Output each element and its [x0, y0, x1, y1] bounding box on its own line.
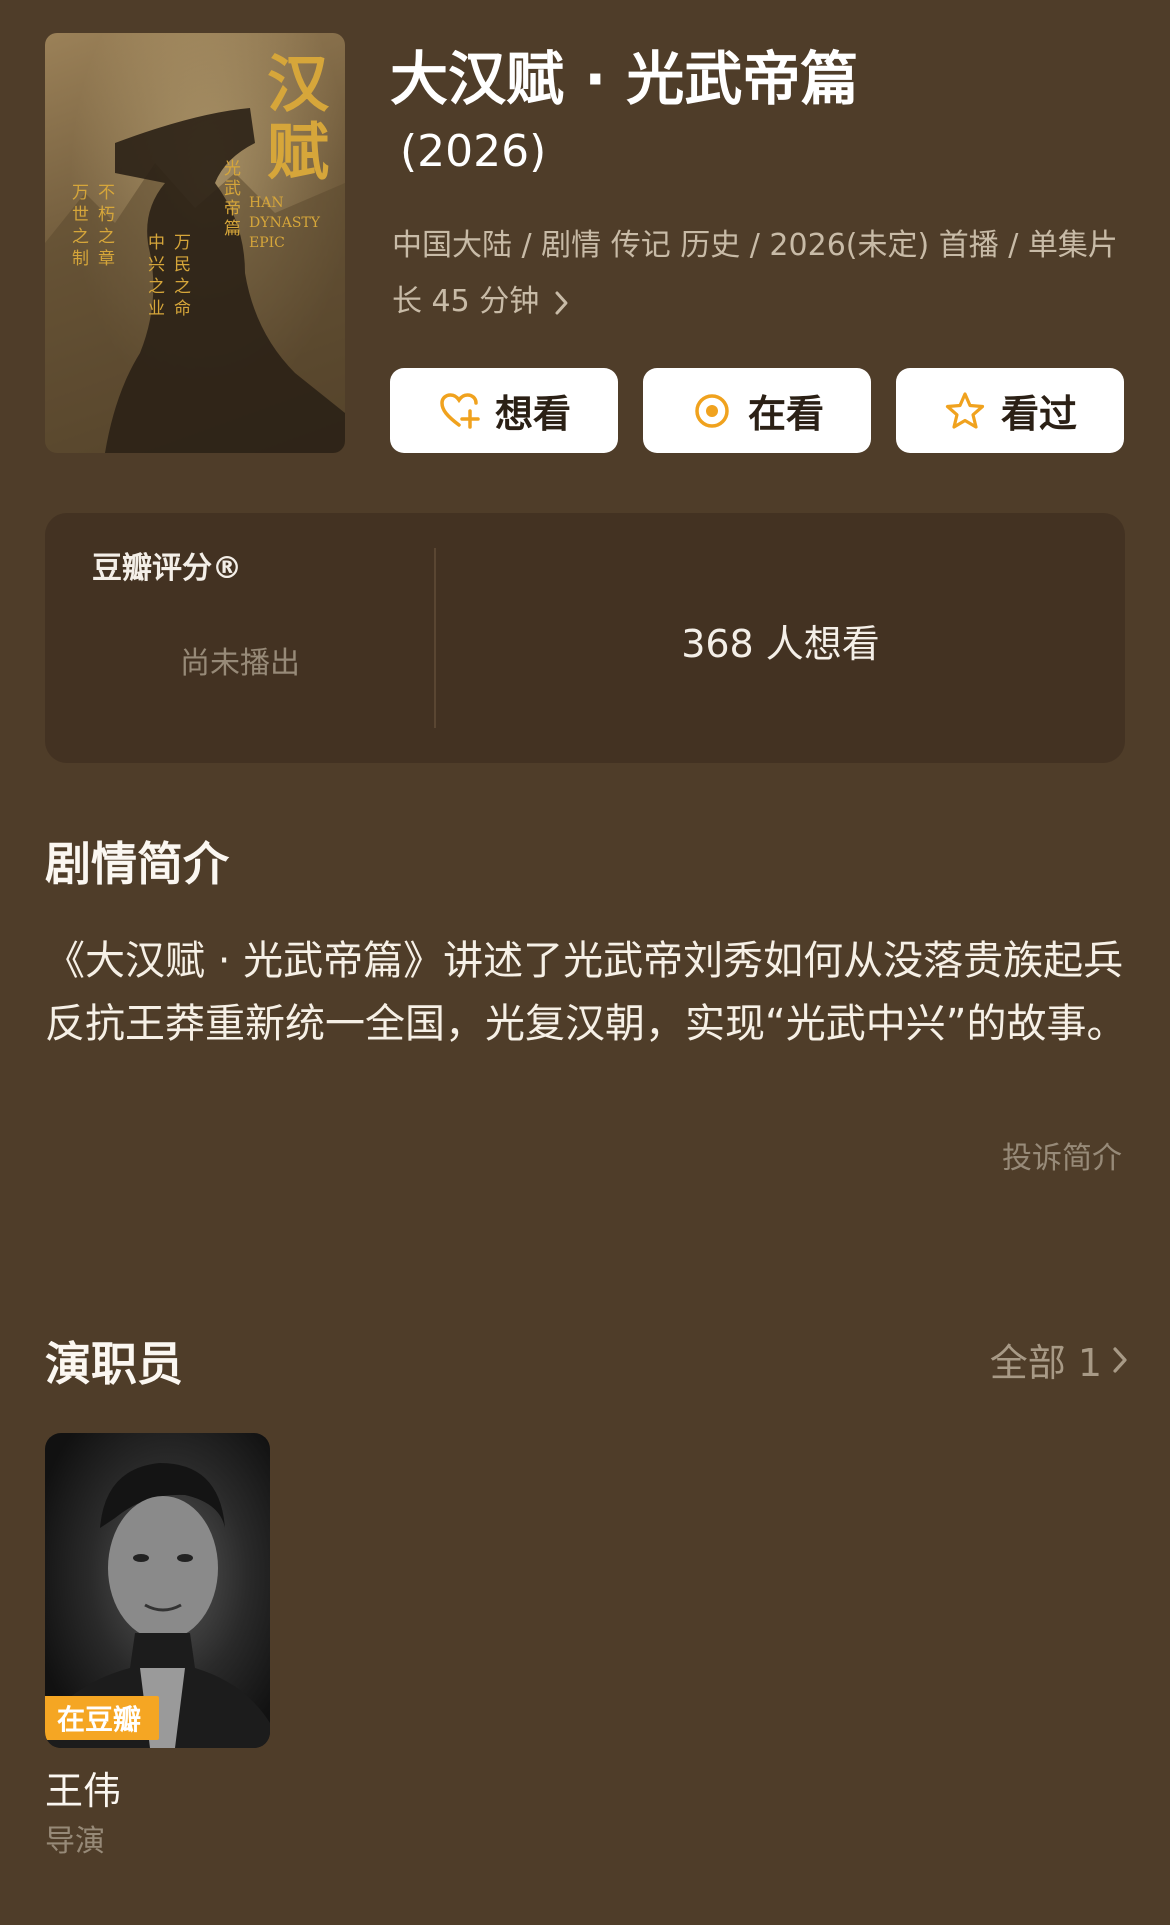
- poster-line-4: 万民之命: [170, 233, 190, 321]
- cast-photo: 在豆瓣: [45, 1433, 270, 1748]
- cast-all-label: 全部 1: [989, 1341, 1102, 1385]
- cast-name: 王伟: [45, 1769, 122, 1813]
- heart-plus-icon: [440, 392, 480, 429]
- want-count[interactable]: 368 人想看: [436, 613, 1125, 668]
- watched-button[interactable]: 看过: [896, 368, 1124, 453]
- chevron-right-icon: [1113, 1346, 1127, 1373]
- cast-all-link[interactable]: 全部 1: [990, 1332, 1130, 1387]
- poster-title: 汉赋: [256, 51, 329, 187]
- want-button[interactable]: 想看: [390, 368, 618, 453]
- synopsis-text: 《大汉赋 · 光武帝篇》讲述了光武帝刘秀如何从没落贵族起兵反抗王莽重新统一全国，…: [45, 938, 1127, 1047]
- poster-image[interactable]: 汉赋 光武帝篇 HAN DYNASTY EPIC 万世之制 不朽之章 中兴之业 …: [45, 33, 345, 453]
- watching-button[interactable]: 在看: [643, 368, 871, 453]
- report-synopsis-link[interactable]: 投诉简介: [1002, 1133, 1122, 1177]
- poster-subtitle: 光武帝篇: [220, 159, 240, 239]
- show-year: (2026): [400, 126, 547, 177]
- star-icon: [945, 391, 985, 429]
- cast-role: 导演: [45, 1824, 105, 1859]
- poster-line-1: 万世之制: [68, 183, 88, 271]
- want-label: 想看: [494, 392, 571, 436]
- chevron-right-icon: [555, 291, 568, 314]
- rating-label: 豆瓣评分®: [92, 551, 242, 586]
- watched-label: 看过: [1000, 392, 1077, 436]
- cast-title: 演职员: [45, 1337, 183, 1391]
- cast-badge: 在豆瓣: [45, 1696, 159, 1740]
- action-buttons: 想看 在看 看过: [390, 368, 1124, 453]
- target-icon: [695, 393, 729, 428]
- poster-line-2: 不朽之章: [94, 183, 114, 271]
- rating-status: 尚未播出: [180, 646, 300, 681]
- synopsis-title: 剧情简介: [45, 837, 229, 891]
- show-meta-text: 中国大陆 / 剧情 传记 历史 / 2026(未定) 首播 / 单集片长 45 …: [392, 228, 1118, 319]
- poster-english: HAN DYNASTY EPIC: [249, 195, 320, 251]
- show-title: 大汉赋 · 光武帝篇: [390, 45, 859, 113]
- watching-label: 在看: [747, 392, 824, 436]
- show-meta-link[interactable]: 中国大陆 / 剧情 传记 历史 / 2026(未定) 首播 / 单集片长 45 …: [392, 218, 1132, 330]
- poster-line-3: 中兴之业: [144, 233, 164, 321]
- rating-card: 豆瓣评分® 尚未播出 368 人想看: [45, 513, 1125, 763]
- cast-member-card[interactable]: 在豆瓣 王伟 导演: [45, 1433, 270, 1862]
